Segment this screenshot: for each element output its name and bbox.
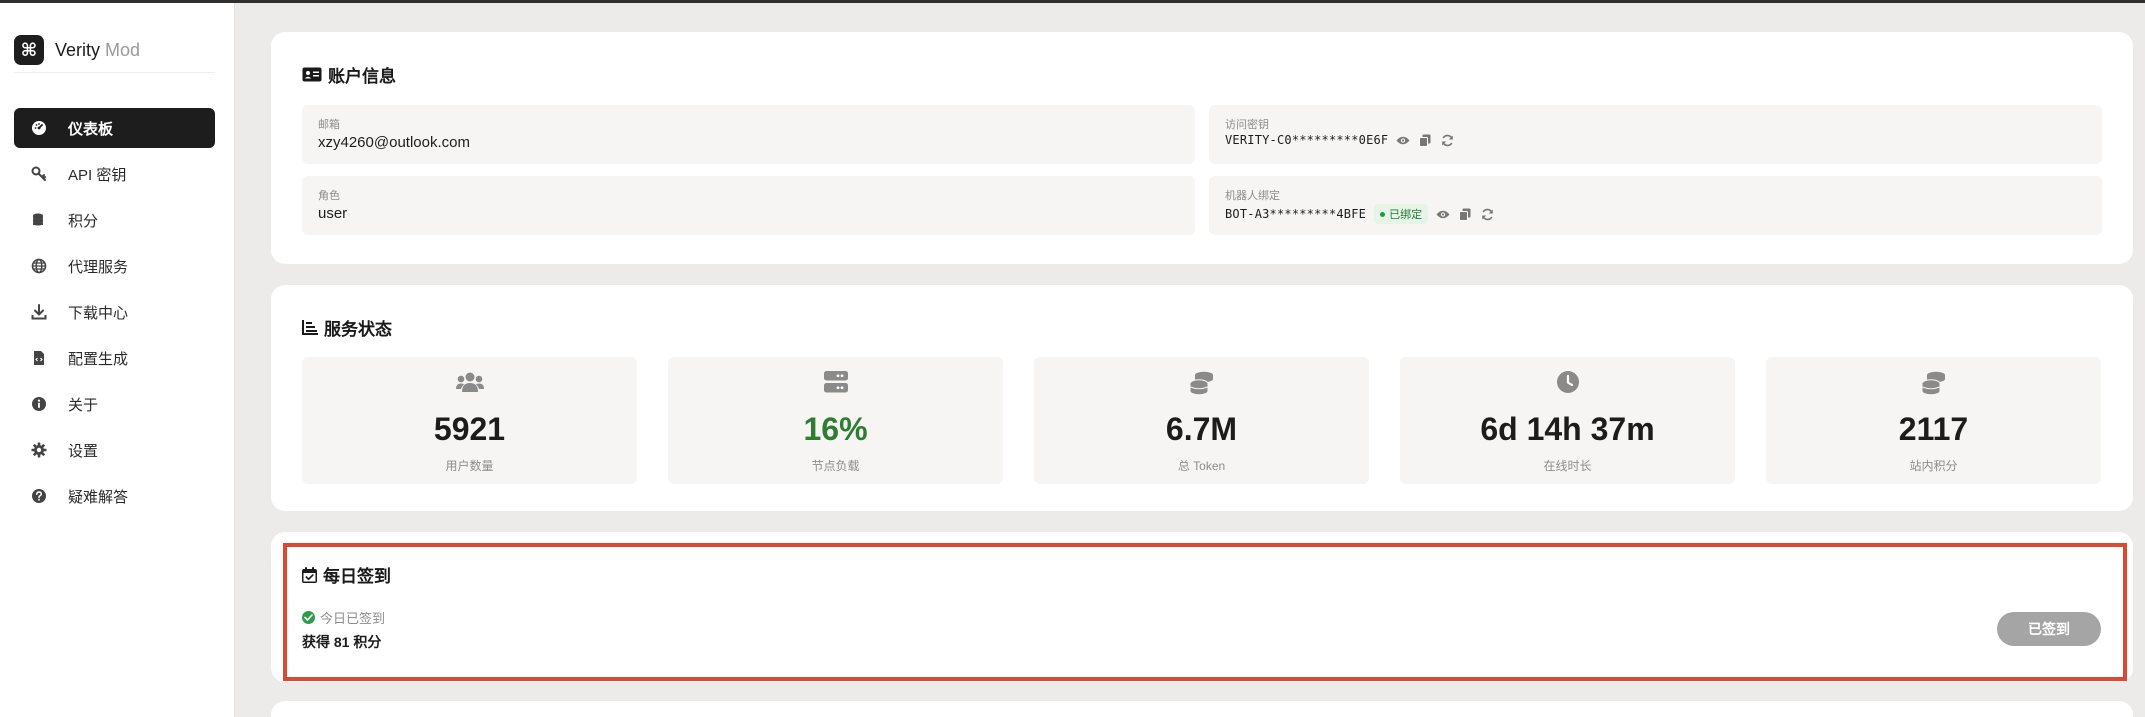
sidebar-item-label: 积分 [68, 212, 99, 230]
stat-user-count: 5921 用户数量 [302, 357, 637, 484]
coins-icon [29, 210, 49, 230]
service-title-text: 服务状态 [324, 320, 392, 339]
account-card-title: 账户信息 [302, 62, 396, 87]
question-icon [29, 486, 49, 506]
brand-sub: Mod [105, 39, 141, 60]
access-key-row: VERITY-C0*********0E6F [1225, 133, 1454, 147]
sidebar-item-proxy[interactable]: 代理服务 [14, 246, 215, 286]
bot-binding-field: 机器人绑定 BOT-A3*********4BFE 已绑定 [1209, 176, 2102, 235]
email-label: 邮箱 [318, 119, 340, 131]
coins-stack-icon [1766, 371, 2101, 395]
stat-uptime: 6d 14h 37m 在线时长 [1400, 357, 1735, 484]
coins-stack-icon [1034, 371, 1369, 395]
key-icon [29, 164, 49, 184]
eye-icon[interactable] [1436, 207, 1450, 221]
role-value: user [318, 205, 348, 222]
email-field[interactable]: 邮箱 xzy4260@outlook.com [302, 105, 1195, 164]
sidebar-item-downloads[interactable]: 下载中心 [14, 292, 215, 332]
globe-icon [29, 256, 49, 276]
stat-label: 站内积分 [1909, 459, 1958, 473]
stat-label: 在线时长 [1543, 459, 1592, 473]
sidebar-nav: 仪表板 API 密钥 积分 代理服务 下载中心 配置生成 关于 设置 疑难解答 [14, 108, 215, 522]
brand-name: Verity [55, 39, 101, 60]
refresh-icon[interactable] [1480, 207, 1494, 221]
sidebar-item-label: 疑难解答 [68, 488, 129, 506]
stat-label: 节点负载 [811, 459, 860, 473]
stat-site-points: 2117 站内积分 [1766, 357, 2101, 484]
sidebar-item-label: 关于 [68, 396, 99, 414]
bot-binding-row: BOT-A3*********4BFE 已绑定 [1225, 204, 1494, 224]
users-icon [302, 371, 637, 393]
brand-logo: ⌘ [14, 35, 44, 65]
stat-value: 6.7M [1165, 411, 1238, 447]
stat-node-load: 16% 节点负载 [668, 357, 1003, 484]
access-key-value: VERITY-C0*********0E6F [1225, 133, 1389, 147]
brand[interactable]: ⌘ Verity Mod [14, 34, 140, 66]
status-dot [1380, 211, 1386, 217]
stat-value: 2117 [1898, 411, 1969, 447]
access-key-field: 访问密钥 VERITY-C0*********0E6F [1209, 105, 2102, 164]
sidebar-item-label: 配置生成 [68, 350, 129, 368]
highlight-box [283, 543, 2127, 681]
info-icon [29, 394, 49, 414]
email-value: xzy4260@outlook.com [318, 134, 470, 151]
bound-status-badge: 已绑定 [1374, 204, 1429, 224]
stat-value: 5921 [433, 411, 506, 447]
sidebar-item-faq[interactable]: 疑难解答 [14, 476, 215, 516]
window-top-border [0, 0, 2145, 3]
role-field: 角色 user [302, 176, 1195, 235]
copy-icon[interactable] [1418, 133, 1432, 147]
stat-label: 总 Token [1177, 459, 1226, 473]
id-card-icon [302, 67, 322, 82]
stat-label: 用户数量 [445, 459, 494, 473]
sidebar-item-label: 下载中心 [68, 304, 129, 322]
next-card [271, 701, 2133, 717]
account-card: 账户信息 邮箱 xzy4260@outlook.com 访问密钥 VERITY-… [271, 32, 2133, 264]
sidebar-item-label: 设置 [68, 442, 99, 460]
divider [14, 72, 215, 73]
sidebar-item-points[interactable]: 积分 [14, 200, 215, 240]
list-chart-icon [302, 320, 318, 335]
role-label: 角色 [318, 190, 340, 202]
sidebar-item-api-keys[interactable]: API 密钥 [14, 154, 215, 194]
bot-binding-value: BOT-A3*********4BFE [1225, 207, 1367, 221]
stat-total-token: 6.7M 总 Token [1034, 357, 1369, 484]
account-title-text: 账户信息 [328, 67, 396, 86]
gear-icon [29, 440, 49, 460]
sidebar-item-label: API 密钥 [68, 166, 127, 184]
sidebar: ⌘ Verity Mod 仪表板 API 密钥 积分 代理服务 下载中心 配置生… [0, 3, 235, 717]
copy-icon[interactable] [1458, 207, 1472, 221]
dashboard-icon [29, 118, 49, 138]
file-code-icon [29, 348, 49, 368]
stat-value: 6d 14h 37m [1480, 411, 1655, 447]
sidebar-item-dashboard[interactable]: 仪表板 [14, 108, 215, 148]
sidebar-item-label: 仪表板 [68, 120, 114, 138]
sidebar-item-label: 代理服务 [68, 258, 129, 276]
bound-status-text: 已绑定 [1389, 209, 1423, 221]
clock-icon [1400, 371, 1735, 393]
sidebar-item-settings[interactable]: 设置 [14, 430, 215, 470]
access-key-label: 访问密钥 [1225, 119, 1269, 131]
stat-value: 16% [803, 411, 868, 447]
eye-icon[interactable] [1396, 133, 1410, 147]
sidebar-item-about[interactable]: 关于 [14, 384, 215, 424]
download-icon [29, 302, 49, 322]
refresh-icon[interactable] [1440, 133, 1454, 147]
bot-binding-label: 机器人绑定 [1225, 190, 1280, 202]
server-icon [668, 371, 1003, 393]
sidebar-item-config[interactable]: 配置生成 [14, 338, 215, 378]
service-card-title: 服务状态 [302, 315, 392, 340]
